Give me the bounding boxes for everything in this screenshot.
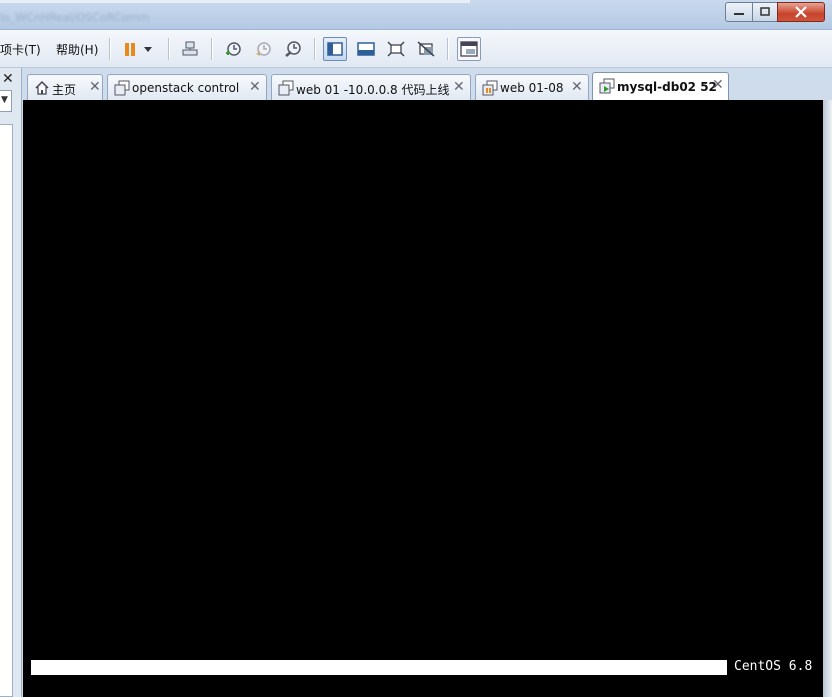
toolbar-separator bbox=[168, 38, 169, 60]
fullscreen-bar-button[interactable] bbox=[354, 37, 378, 61]
tab-web01-08[interactable]: web 01-08 ✕ bbox=[475, 74, 589, 100]
fit-window-icon bbox=[387, 41, 405, 57]
power-dropdown-button[interactable] bbox=[140, 37, 156, 61]
dropdown-arrow-icon bbox=[144, 47, 152, 52]
vm-icon bbox=[114, 80, 130, 96]
window-right-edge bbox=[823, 100, 832, 697]
fullscreen-bar-icon bbox=[357, 42, 375, 56]
maximize-button[interactable] bbox=[752, 2, 778, 22]
vm-running-icon bbox=[599, 78, 615, 94]
toolbar-separator bbox=[447, 38, 448, 60]
os-label: CentOS 6.8 bbox=[734, 659, 813, 674]
snapshot-take-icon bbox=[226, 42, 241, 56]
tab-home[interactable]: 主页 ✕ bbox=[27, 74, 103, 100]
tab-label: openstack control bbox=[132, 81, 240, 95]
toolbar-separator bbox=[314, 38, 315, 60]
tab-close-icon[interactable]: ✕ bbox=[249, 79, 261, 95]
window-title: lo_WCnHReal/OSCoRComm bbox=[0, 11, 150, 24]
unity-icon bbox=[417, 41, 435, 57]
tab-bar: 主页 ✕ openstack control ✕ web 01 -10.0.0.… bbox=[23, 68, 832, 100]
unity-button[interactable] bbox=[414, 37, 438, 61]
chevron-down-icon: ▼ bbox=[1, 95, 8, 105]
minimize-icon bbox=[734, 13, 744, 15]
menu-help[interactable]: 帮助(H) bbox=[56, 41, 98, 58]
home-icon bbox=[35, 80, 49, 95]
tab-web01-10008[interactable]: web 01 -10.0.0.8 代码上线 ✕ bbox=[271, 74, 471, 100]
toolbar-separator bbox=[211, 38, 212, 60]
minimize-button[interactable] bbox=[725, 2, 753, 22]
library-close-button[interactable]: ✕ bbox=[2, 71, 14, 87]
title-strip bbox=[0, 0, 470, 3]
snapshot-revert-button[interactable] bbox=[251, 37, 275, 61]
tab-mysql-db02[interactable]: mysql-db02 52 ✕ bbox=[592, 72, 729, 100]
library-tree[interactable] bbox=[0, 124, 13, 697]
boot-progress-bar bbox=[31, 660, 727, 675]
tab-close-icon[interactable]: ✕ bbox=[571, 79, 583, 95]
close-icon bbox=[795, 6, 807, 18]
menu-tabs[interactable]: 项卡(T) bbox=[0, 41, 41, 58]
show-library-button[interactable] bbox=[323, 37, 347, 61]
title-bar: lo_WCnHReal/OSCoRComm bbox=[0, 0, 832, 30]
boot-progress-fill bbox=[31, 660, 727, 675]
console-view-icon bbox=[460, 41, 478, 57]
vm-paused-icon bbox=[482, 80, 498, 96]
library-search-dropdown[interactable]: ▼ bbox=[0, 90, 12, 112]
pause-button[interactable] bbox=[118, 37, 142, 61]
vm-icon bbox=[278, 80, 294, 96]
tab-label: web 01-08 bbox=[500, 81, 564, 95]
tab-close-icon[interactable]: ✕ bbox=[453, 79, 465, 95]
tab-openstack-control[interactable]: openstack control ✕ bbox=[107, 74, 267, 100]
pause-icon bbox=[125, 43, 135, 56]
send-ctrl-alt-del-button[interactable] bbox=[178, 37, 202, 61]
toolbar-separator bbox=[109, 38, 110, 60]
vm-console[interactable]: CentOS 6.8 bbox=[23, 100, 823, 697]
tab-close-icon[interactable]: ✕ bbox=[712, 77, 724, 93]
restore-icon bbox=[760, 7, 770, 16]
tab-label: mysql-db02 52 bbox=[617, 80, 717, 94]
tab-close-icon[interactable]: ✕ bbox=[89, 79, 101, 95]
tab-label: 主页 bbox=[52, 83, 77, 97]
toolbar: 项卡(T) 帮助(H) bbox=[0, 30, 832, 68]
snapshot-manager-button[interactable] bbox=[281, 37, 305, 61]
close-button[interactable] bbox=[777, 2, 825, 22]
snapshot-revert-icon bbox=[256, 42, 271, 56]
fit-window-button[interactable] bbox=[384, 37, 408, 61]
show-library-icon bbox=[327, 42, 343, 56]
snapshot-manager-icon bbox=[285, 41, 301, 57]
console-view-button[interactable] bbox=[457, 37, 481, 61]
tab-label: web 01 -10.0.0.8 代码上线 bbox=[296, 83, 450, 97]
send-ctrl-alt-del-icon bbox=[182, 41, 198, 56]
snapshot-take-button[interactable] bbox=[221, 37, 245, 61]
